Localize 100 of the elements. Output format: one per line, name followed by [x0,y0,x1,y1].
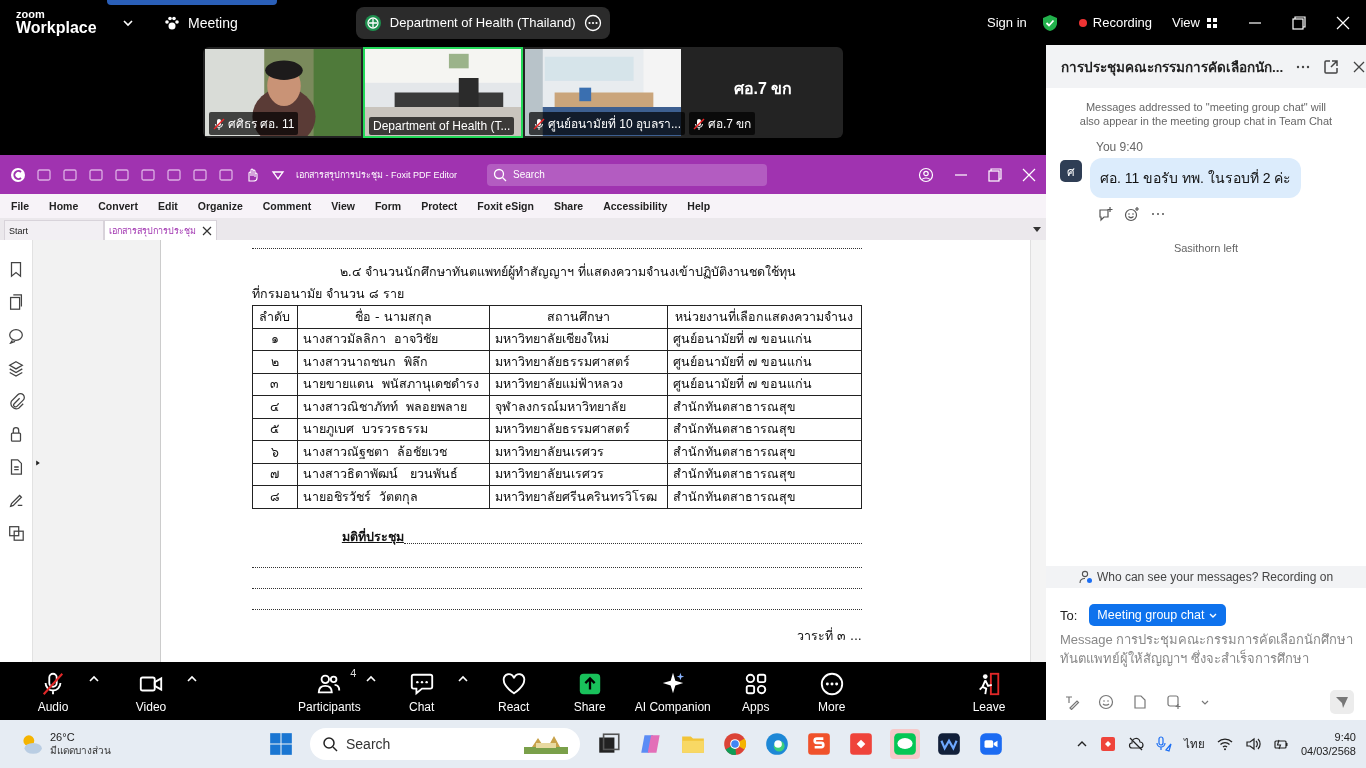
wifi-icon[interactable] [1216,736,1233,752]
file-icon[interactable] [1132,694,1148,710]
menu-item[interactable]: Comment [255,200,319,212]
pop-out-icon[interactable] [1323,58,1340,75]
meeting-title-pill[interactable]: Department of Health (Thailand) [355,6,610,39]
microphone-location-icon[interactable] [1155,736,1172,752]
document-tab[interactable]: เอกสารสรุปการประชุม [104,220,217,240]
stacked-squares-icon[interactable] [7,524,25,542]
participant-name: ศศิธร ศอ. 11 [228,116,295,133]
clock-time[interactable]: 9:40 [1334,731,1356,743]
speaker-icon[interactable] [1244,736,1261,752]
video-tile[interactable]: Department of Health (T... [363,47,523,138]
table-cell: สำนักทันตสาธารณสุข [667,418,862,441]
wave-app-icon[interactable] [936,731,962,757]
column-header: สถานศึกษา [489,305,668,328]
s-app-icon[interactable] [806,731,832,757]
table-cell: มหาวิทยาลัยธรรมศาสตร์ [489,350,668,373]
column-header: หน่วยงานที่เลือกแสดงความจำนง [667,305,862,328]
table-cell: นางสาวนาถชนก พิลึก [297,350,490,373]
table-cell: นายอชิรวัชร์ วัตตกุล [297,485,490,508]
view-button[interactable]: View [1172,15,1218,30]
privacy-banner[interactable]: Who can see your messages? Recording on [1046,566,1366,588]
table-cell: ๔ [252,395,298,418]
menu-item[interactable]: Home [42,200,86,212]
emoji-icon[interactable] [1098,694,1114,710]
emoji-add-icon[interactable] [1124,206,1140,222]
video-tile[interactable]: ศูนย์อนามัยที่ 10 อุบลรา... [523,47,683,138]
toolbar-button[interactable]: AI Companion [634,670,711,714]
menu-item[interactable]: Help [680,200,718,212]
table-cell: ๗ [252,463,298,486]
more-icon[interactable] [583,13,602,32]
menu-item[interactable]: Foxit eSign [470,200,541,212]
chat-notice: Messages addressed to "meeting group chat" will also appear in the meeting group chat in Team Chat [1078,100,1334,128]
chrome-icon[interactable] [722,731,748,757]
recipient-dropdown[interactable]: Meeting group chat [1089,604,1227,626]
menu-item[interactable]: File [4,200,37,212]
toolbar-button[interactable]: React [482,670,545,714]
edge-icon[interactable] [764,731,790,757]
send-button[interactable] [1330,690,1354,714]
menu-item[interactable]: Share [546,200,591,212]
layers-icon[interactable] [7,359,25,377]
table-cell: สำนักทันตสาธารณสุข [667,395,862,418]
pages-icon[interactable] [7,293,25,311]
search-field[interactable]: Search [487,163,767,186]
windows-start-icon[interactable] [268,731,294,757]
table-cell: นายภูเบศ บวรวรธรรม [297,418,490,441]
anydesk-icon[interactable] [848,731,874,757]
scrollbar[interactable] [1030,240,1046,662]
menu-item[interactable]: Convert [91,200,145,212]
table-cell: มหาวิทยาลัยแม่ฟ้าหลวง [489,373,668,396]
temperature: 26°C [50,730,76,743]
paperclip-icon[interactable] [7,392,25,410]
meeting-button[interactable]: Meeting [164,14,238,31]
toolbar-button[interactable]: Video [120,670,182,714]
table-cell: ๕ [252,418,298,441]
paragraph-text: ๒.๔ จำนวนนักศึกษาทันตแพทย์ผู้ทำสัญญาฯ ที่แสดงความจำนงเข้าปฏิบัติงานชดใช้ทุน [338,262,797,282]
caret-down-icon[interactable] [1032,224,1042,234]
menu-item[interactable]: Accessibility [596,200,675,212]
expand-arrow-icon[interactable] [34,458,41,468]
shield-check-icon[interactable] [1040,13,1059,32]
format-icon[interactable] [1064,694,1080,710]
recording-button[interactable]: Recording [1078,15,1153,30]
weather-description: มีแดดบางส่วน [50,743,111,758]
participant-name: ศอ.7 ขก [733,79,793,99]
menu-item[interactable]: Edit [150,200,185,212]
participant-name: ศอ.7 ขก [708,116,752,133]
table-cell: ๘ [252,485,298,508]
sign-in-button[interactable]: Sign in [987,15,1027,30]
anydesk-icon[interactable] [1099,736,1116,752]
reply-icon[interactable] [1098,206,1114,222]
table-cell: สำนักทันตสาธารณสุข [667,440,862,463]
toolbar-button[interactable]: Audio [22,670,84,714]
document-tab[interactable]: Start [4,220,104,240]
meeting-title: Department of Health (Thailand) [389,15,576,30]
input-language[interactable]: ไทย [1183,735,1205,753]
video-tile[interactable]: ศศิธร ศอ. 11 [203,47,363,138]
document-title: เอกสารสรุปการประชุม - Foxit PDF Editor [296,168,457,182]
cloud-off-icon[interactable] [1127,736,1144,752]
menu-item[interactable]: Organize [190,200,250,212]
comment-icon[interactable] [7,326,25,344]
taskbar-search-field[interactable]: Search [310,728,580,760]
toolbar-button[interactable]: Leave [958,670,1020,714]
restore-icon[interactable] [1292,15,1306,30]
toolbar-button[interactable]: Apps [724,670,787,714]
zoom-app-icon[interactable] [978,731,1004,757]
resolution-heading: มติที่ประชุม [341,527,404,547]
clock-date[interactable]: 04/03/2568 [1300,745,1356,757]
account-icon[interactable] [918,166,934,183]
toolbar-button[interactable]: Chat [390,670,453,714]
menu-item[interactable]: View [324,200,362,212]
chat-event: Sasithorn left [1173,242,1239,254]
screenshot-icon[interactable] [1166,694,1182,710]
toolbar-button[interactable]: More [800,670,863,714]
menu-item[interactable]: Protect [414,200,465,212]
toolbar-button[interactable]: Share [558,670,621,714]
menu-item[interactable]: Form [367,200,409,212]
video-tile[interactable]: ศอ.7 ขก ศอ.7 ขก [683,47,843,138]
table-cell: มหาวิทยาลัยนเรศวร [489,440,668,463]
close-icon[interactable] [202,225,212,236]
exit-person-icon [976,670,1002,697]
